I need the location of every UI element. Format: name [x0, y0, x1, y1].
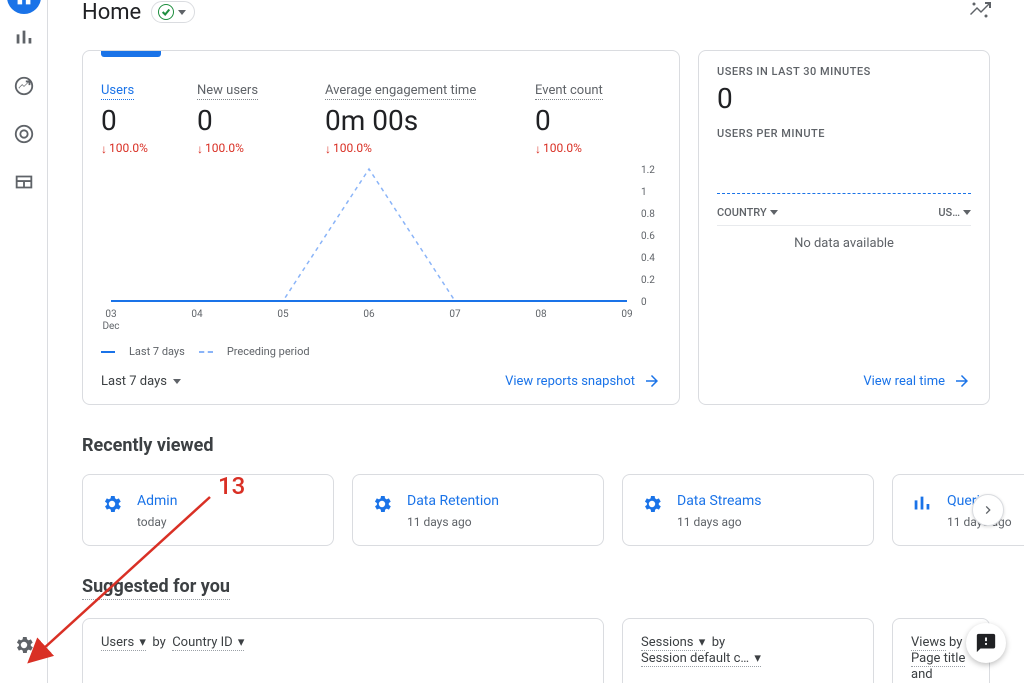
- chart-legend: Last 7 days Preceding period: [101, 345, 661, 358]
- metric-new-users[interactable]: New users 0 ↓100.0%: [197, 79, 325, 155]
- svg-text:0: 0: [641, 297, 647, 308]
- metric-dd[interactable]: Sessions ▾: [641, 635, 705, 651]
- metric-engagement[interactable]: Average engagement time 0m 00s ↓100.0%: [325, 79, 535, 155]
- dimension-dd[interactable]: Country ID ▾: [172, 635, 244, 651]
- metric-label: New users: [197, 83, 258, 100]
- metric-value: 0: [535, 104, 655, 137]
- no-data-text: No data available: [717, 236, 971, 251]
- svg-text:0.8: 0.8: [641, 209, 655, 220]
- svg-text:08: 08: [535, 309, 547, 320]
- dimension-dd[interactable]: Page title: [911, 651, 965, 667]
- dimension-dd[interactable]: Session default c… ▾: [641, 651, 761, 667]
- svg-text:0.4: 0.4: [641, 253, 655, 264]
- insights-icon[interactable]: [962, 0, 998, 32]
- svg-text:09: 09: [621, 309, 632, 320]
- svg-text:05: 05: [277, 309, 289, 320]
- status-chip[interactable]: [151, 1, 195, 23]
- metric-event-count[interactable]: Event count 0 ↓100.0%: [535, 79, 655, 155]
- suggested-card-users-by-country[interactable]: Users ▾ by Country ID ▾: [82, 618, 604, 683]
- gear-icon: [101, 493, 123, 519]
- metric-dd[interactable]: Users ▾: [101, 635, 146, 651]
- metric-delta: ↓100.0%: [197, 141, 325, 155]
- active-tab-indicator: [101, 51, 161, 57]
- realtime-card: USERS IN LAST 30 MINUTES 0 USERS PER MIN…: [698, 50, 990, 405]
- chevron-down-icon: [770, 210, 778, 215]
- feedback-button[interactable]: [966, 623, 1006, 663]
- line-chart-circle-icon[interactable]: [0, 62, 48, 110]
- page-title: Home: [82, 0, 141, 25]
- home-icon[interactable]: [7, 0, 41, 14]
- recently-viewed-row: Admintoday Data Retention11 days ago Dat…: [82, 474, 990, 546]
- gear-icon: [371, 493, 393, 519]
- users-per-minute-label: USERS PER MINUTE: [717, 127, 971, 140]
- svg-text:06: 06: [363, 309, 375, 320]
- metric-label: Average engagement time: [325, 83, 476, 100]
- view-realtime-link[interactable]: View real time: [863, 372, 971, 390]
- recent-card-queries[interactable]: Queries11 days ago: [892, 474, 1024, 546]
- scroll-next-button[interactable]: [972, 494, 1004, 526]
- recent-card-data-streams[interactable]: Data Streams11 days ago: [622, 474, 874, 546]
- gear-icon: [641, 493, 663, 519]
- users-per-minute-chart: [717, 144, 971, 194]
- recently-viewed-title: Recently viewed: [82, 435, 990, 456]
- target-icon[interactable]: [0, 110, 48, 158]
- metric-users[interactable]: Users 0 ↓100.0%: [101, 79, 197, 155]
- suggested-card-sessions-by-channel[interactable]: Sessions ▾ by Session default c… ▾: [622, 618, 874, 683]
- bar-chart-icon[interactable]: [0, 14, 48, 62]
- metric-value: 0m 00s: [325, 104, 535, 137]
- metric-dd[interactable]: Views: [911, 635, 946, 651]
- chevron-down-icon: [963, 210, 971, 215]
- svg-text:04: 04: [191, 309, 203, 320]
- country-column[interactable]: COUNTRY: [717, 206, 778, 219]
- metric-label: Event count: [535, 83, 603, 100]
- svg-text:07: 07: [449, 309, 461, 320]
- svg-text:1: 1: [641, 187, 647, 198]
- bar-chart-icon: [911, 493, 933, 519]
- recent-card-admin[interactable]: Admintoday: [82, 474, 334, 546]
- metric-delta: ↓100.0%: [325, 141, 535, 155]
- svg-text:0.2: 0.2: [641, 275, 655, 286]
- metric-label: Users: [101, 83, 134, 100]
- svg-text:Dec: Dec: [102, 321, 119, 332]
- metric-delta: ↓100.0%: [535, 141, 655, 155]
- svg-text:03: 03: [105, 309, 116, 320]
- overview-card: Users 0 ↓100.0% New users 0 ↓100.0% Aver…: [82, 50, 680, 405]
- line-chart: 1.2 1 0.8 0.6 0.4 0.2 0 03 Dec 04 05: [101, 161, 661, 335]
- users-column[interactable]: US…: [938, 206, 971, 219]
- gear-icon[interactable]: [0, 621, 48, 669]
- metric-delta: ↓100.0%: [101, 141, 197, 155]
- main-content: Home Users 0 ↓100.0% New use: [48, 0, 1024, 683]
- left-sidebar: [0, 0, 48, 683]
- recent-card-data-retention[interactable]: Data Retention11 days ago: [352, 474, 604, 546]
- suggested-title: Suggested for you: [82, 576, 230, 600]
- realtime-heading: USERS IN LAST 30 MINUTES: [717, 65, 971, 78]
- check-circle-icon: [158, 4, 174, 20]
- realtime-value: 0: [717, 82, 971, 115]
- chevron-down-icon: [178, 10, 186, 15]
- metric-value: 0: [197, 104, 325, 137]
- date-range-selector[interactable]: Last 7 days: [101, 374, 181, 389]
- svg-text:0.6: 0.6: [641, 231, 655, 242]
- chevron-down-icon: [173, 379, 181, 384]
- table-icon[interactable]: [0, 158, 48, 206]
- metric-value: 0: [101, 104, 197, 137]
- view-reports-snapshot-link[interactable]: View reports snapshot: [505, 372, 661, 390]
- svg-text:1.2: 1.2: [641, 165, 655, 176]
